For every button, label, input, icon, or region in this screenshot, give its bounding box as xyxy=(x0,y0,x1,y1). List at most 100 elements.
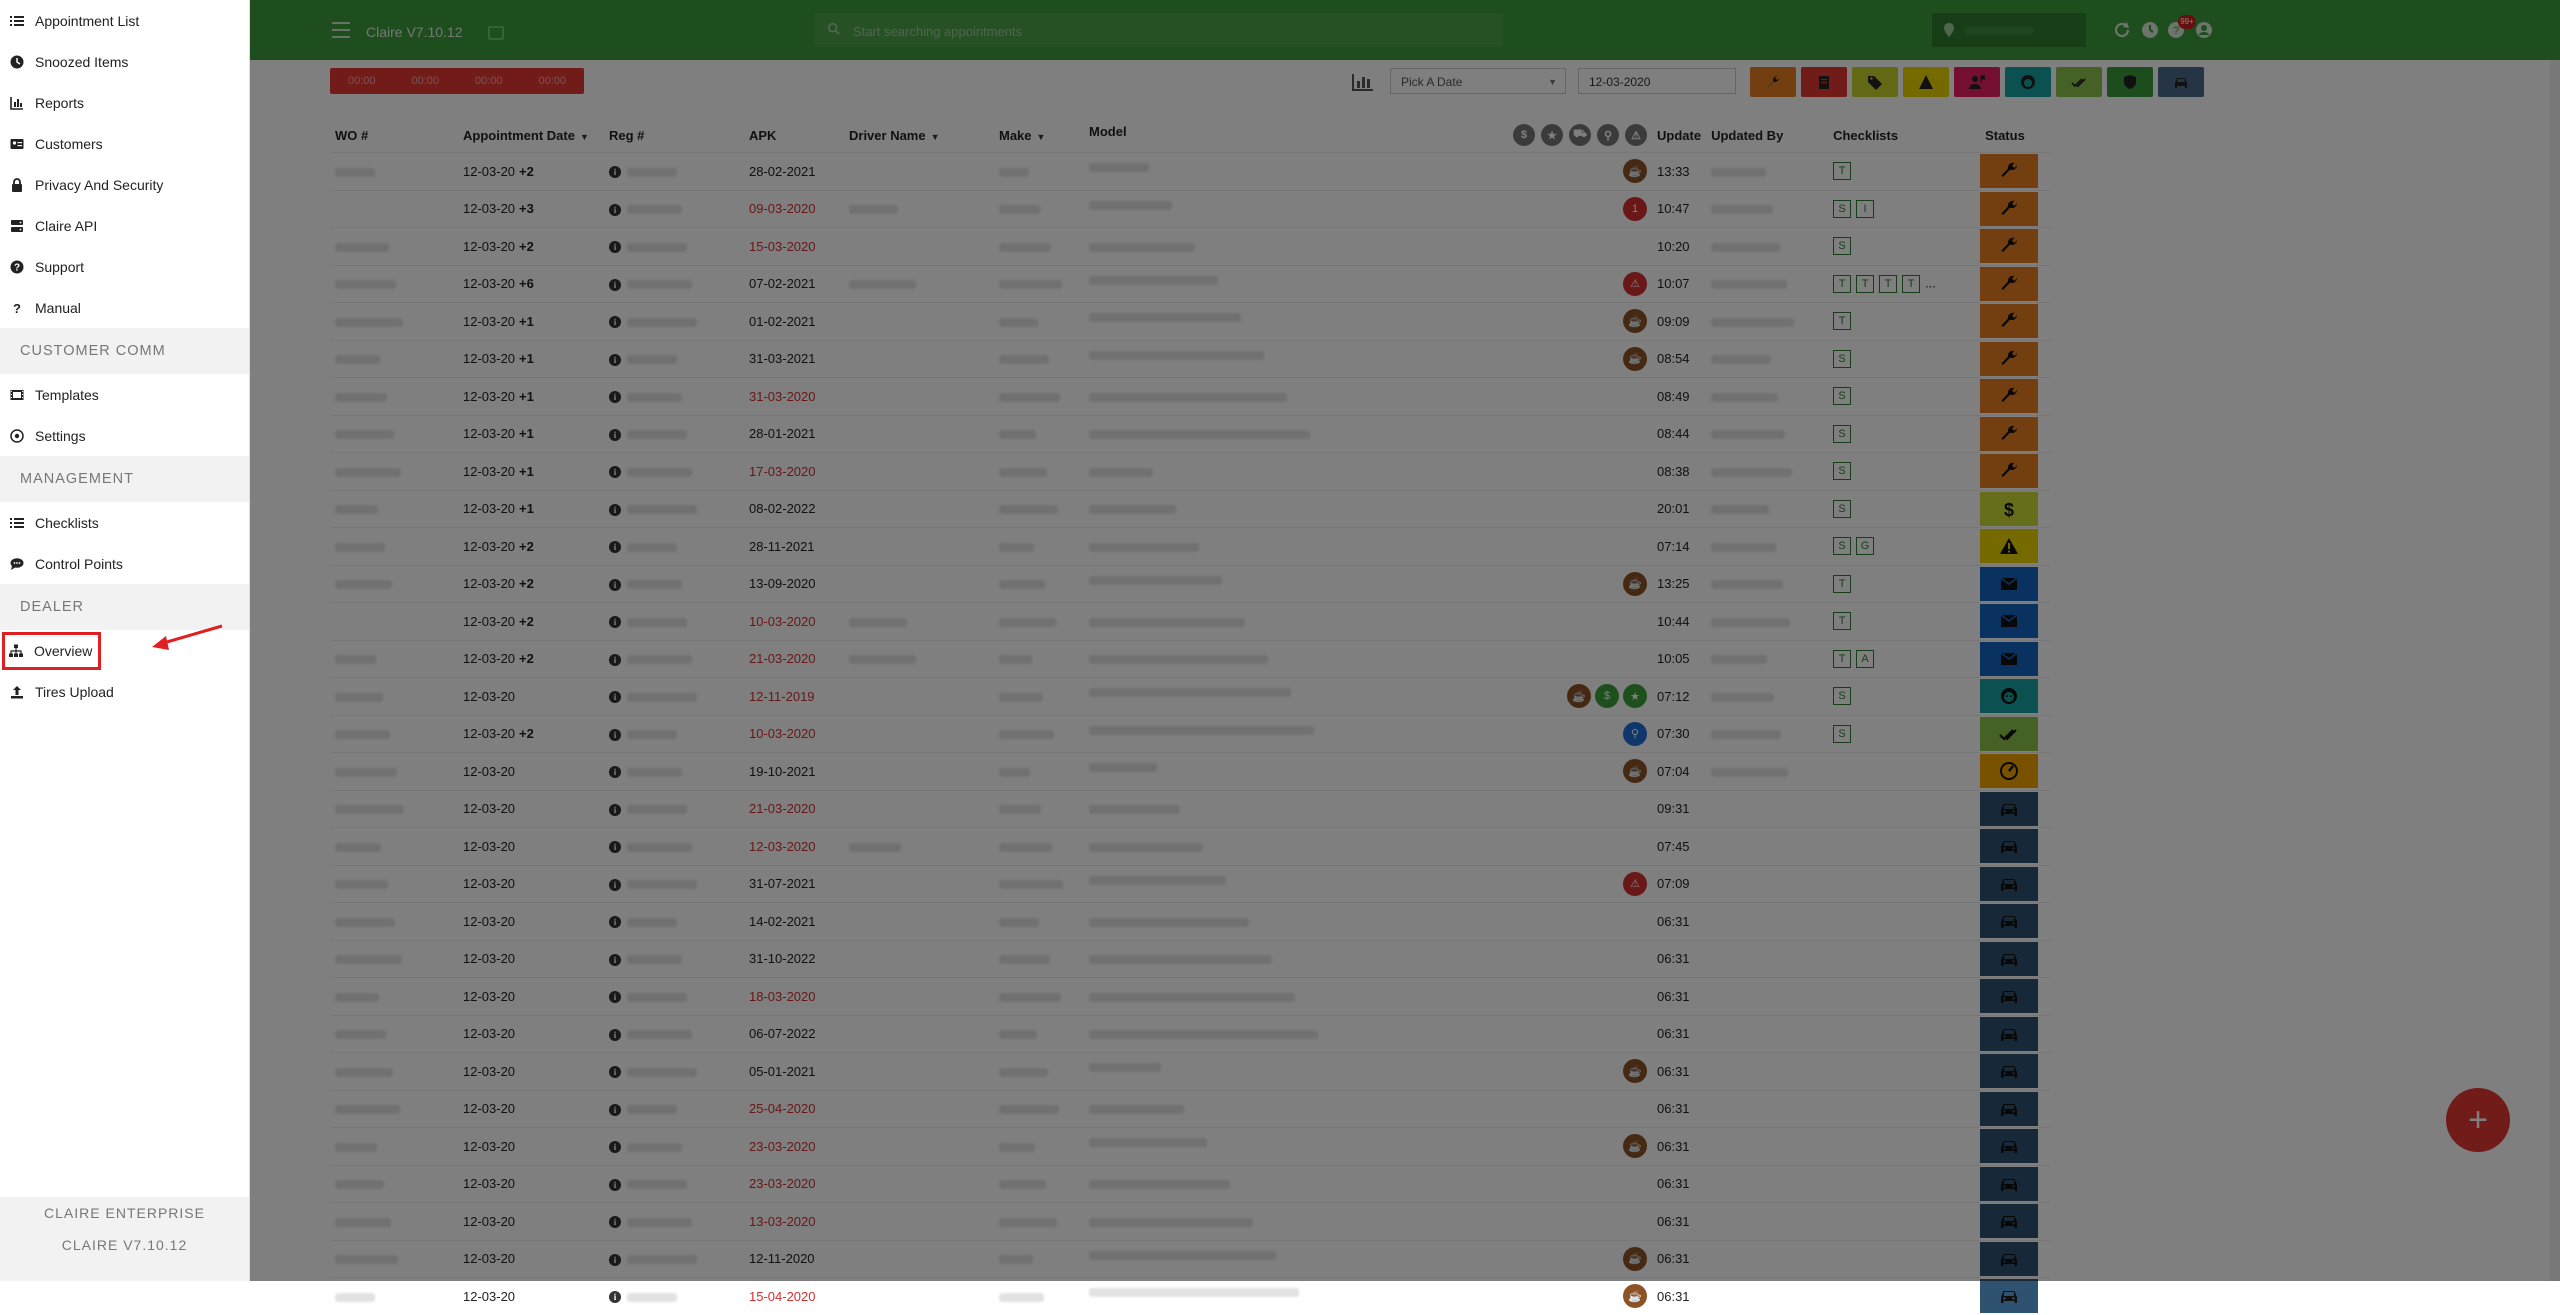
filter-button-shield[interactable] xyxy=(2107,67,2153,97)
table-row[interactable]: 12-03-20 i 31-10-2022 06:31 xyxy=(330,939,2051,978)
table-row[interactable]: 12-03-20 i 06-07-2022 06:31 xyxy=(330,1014,2051,1053)
info-icon[interactable]: i xyxy=(609,278,621,291)
checklist-badge[interactable]: T xyxy=(1879,274,1898,293)
warning-icon[interactable]: ⚠ xyxy=(1623,271,1647,296)
filter-button-car[interactable] xyxy=(2158,67,2204,97)
col-status[interactable]: Status xyxy=(1980,118,2050,153)
status-mail-icon[interactable] xyxy=(1980,641,2039,676)
info-icon[interactable]: i xyxy=(609,766,621,779)
info-icon[interactable]: i xyxy=(609,316,621,329)
coffee-icon[interactable]: ☕ xyxy=(1623,309,1647,334)
info-icon[interactable]: i xyxy=(609,241,621,254)
sidebar-item-support[interactable]: ? Support xyxy=(0,246,249,287)
status-wrench-icon[interactable] xyxy=(1980,416,2039,451)
sidebar-item-snoozed-items[interactable]: Snoozed Items xyxy=(0,41,249,82)
table-row[interactable]: 12-03-20 +2 i 28-02-2021 ☕ 13:33 T xyxy=(330,152,2051,190)
col-updated-by[interactable]: Updated By xyxy=(1706,118,1828,153)
col-reg[interactable]: Reg # xyxy=(604,118,744,153)
status-car-icon[interactable] xyxy=(1980,1204,2039,1239)
checklist-badge[interactable]: T xyxy=(1833,274,1852,293)
table-row[interactable]: 12-03-20 i 12-03-2020 07:45 xyxy=(330,827,2051,865)
col-appointment-date[interactable]: Appointment Date ▼ xyxy=(458,118,604,153)
sidebar-item-privacy-and-security[interactable]: Privacy And Security xyxy=(0,164,249,205)
table-row[interactable]: 12-03-20 +2 i 15-03-2020 10:20 S xyxy=(330,227,2051,265)
coffee-icon[interactable]: ☕ xyxy=(1623,346,1647,371)
filter-button-clipboard[interactable] xyxy=(1801,67,1847,97)
status-car-icon[interactable] xyxy=(1980,1091,2039,1126)
info-icon[interactable]: i xyxy=(609,1291,621,1304)
location-selector[interactable] xyxy=(1932,13,2086,47)
status-check-icon[interactable] xyxy=(1980,716,2039,751)
checklist-badge[interactable]: S xyxy=(1833,687,1852,706)
star-icon[interactable]: ★ xyxy=(1541,124,1563,146)
search-input[interactable] xyxy=(851,19,1475,43)
table-row[interactable]: 12-03-20 i 23-03-2020 ☕ 06:31 xyxy=(330,1127,2051,1165)
table-row[interactable]: 12-03-20 +2 i 13-09-2020 ☕ 13:25 T xyxy=(330,564,2051,603)
info-icon[interactable]: i xyxy=(609,878,621,891)
info-icon[interactable]: i xyxy=(609,1141,621,1154)
status-car-icon[interactable] xyxy=(1980,1279,2039,1314)
table-row[interactable]: 12-03-20 +2 i 10-03-2020 10:44 T xyxy=(330,602,2051,640)
status-car-icon[interactable] xyxy=(1980,904,2039,939)
status-car-icon[interactable] xyxy=(1980,1241,2039,1276)
dollar-icon[interactable]: $ xyxy=(1595,684,1619,709)
table-row[interactable]: 12-03-20 i 14-02-2021 06:31 xyxy=(330,902,2051,940)
info-icon[interactable]: i xyxy=(609,353,621,366)
star-icon[interactable]: ★ xyxy=(1623,684,1647,709)
info-icon[interactable]: i xyxy=(609,691,621,704)
col-make[interactable]: Make ▼ xyxy=(994,118,1084,153)
checklist-badge[interactable]: S xyxy=(1833,537,1852,556)
status-car-icon[interactable] xyxy=(1980,1054,2039,1089)
status-face-icon[interactable] xyxy=(1980,679,2039,714)
sidebar-item-claire-api[interactable]: Claire API xyxy=(0,205,249,246)
checklist-badge[interactable]: S xyxy=(1833,424,1852,443)
filter-button-wrench[interactable] xyxy=(1750,67,1796,97)
checklist-badge[interactable]: G xyxy=(1856,537,1875,556)
table-row[interactable]: 12-03-20 +1 i 17-03-2020 08:38 S xyxy=(330,452,2051,490)
table-row[interactable]: 12-03-20 i 15-04-2020 ☕ 06:31 xyxy=(330,1277,2051,1315)
info-icon[interactable]: i xyxy=(609,1066,621,1079)
status-car-icon[interactable] xyxy=(1980,829,2039,864)
filter-button-user-flag[interactable] xyxy=(1954,67,2000,97)
clock-icon[interactable] xyxy=(2140,20,2160,40)
checklist-badge[interactable]: T xyxy=(1833,612,1852,631)
pin-icon[interactable]: ⚲ xyxy=(1597,124,1619,146)
table-row[interactable]: 12-03-20 +1 i 31-03-2020 08:49 S xyxy=(330,377,2051,415)
timers-bar[interactable]: 00:00 00:00 00:00 00:00 xyxy=(330,68,584,94)
table-row[interactable]: 12-03-20 i 12-11-2020 ☕ 06:31 xyxy=(330,1239,2051,1278)
coffee-icon[interactable]: ☕ xyxy=(1623,159,1647,184)
table-row[interactable]: 12-03-20 i 12-11-2019 ☕ $ ★ 07:12 S xyxy=(330,677,2051,715)
filter-button-double-check[interactable] xyxy=(2056,67,2102,97)
checklist-badge[interactable]: T xyxy=(1902,274,1921,293)
coffee-icon[interactable]: ☕ xyxy=(1623,1059,1647,1084)
status-warning-icon[interactable] xyxy=(1980,529,2039,564)
info-icon[interactable]: i xyxy=(609,578,621,591)
info-icon[interactable]: i xyxy=(609,1253,621,1266)
table-row[interactable]: 12-03-20 +6 i 07-02-2021 ⚠ 10:07 T T T T... xyxy=(330,264,2051,303)
sidebar-item-settings[interactable]: Settings xyxy=(0,415,249,456)
warning-icon[interactable]: ⚠ xyxy=(1623,871,1647,896)
coffee-icon[interactable]: ☕ xyxy=(1567,684,1591,709)
sidebar-item-tires-upload[interactable]: Tires Upload xyxy=(0,671,249,712)
col-update[interactable]: Update xyxy=(1652,118,1706,153)
sidebar-item-customers[interactable]: Customers xyxy=(0,123,249,164)
status-car-icon[interactable] xyxy=(1980,1016,2039,1051)
info-icon[interactable]: i xyxy=(609,991,621,1004)
status-wrench-icon[interactable] xyxy=(1980,191,2039,226)
info-icon[interactable]: i xyxy=(609,541,621,554)
status-car-icon[interactable] xyxy=(1980,979,2039,1014)
sidebar-item-manual[interactable]: ? Manual xyxy=(0,287,249,328)
col-driver-name[interactable]: Driver Name ▼ xyxy=(844,118,994,153)
info-icon[interactable]: i xyxy=(609,728,621,741)
status-car-icon[interactable] xyxy=(1980,1166,2039,1201)
table-row[interactable]: 12-03-20 i 31-07-2021 ⚠ 07:09 xyxy=(330,864,2051,903)
sidebar-item-checklists[interactable]: Checklists xyxy=(0,502,249,543)
info-icon[interactable]: i xyxy=(609,466,621,479)
checklist-more[interactable]: ... xyxy=(1925,275,1936,290)
pin-icon[interactable]: ⚲ xyxy=(1623,721,1647,746)
user-account-icon[interactable] xyxy=(2194,20,2214,40)
menu-icon[interactable] xyxy=(332,22,350,38)
status-gauge-icon[interactable] xyxy=(1980,754,2039,789)
sidebar-item-templates[interactable]: Templates xyxy=(0,374,249,415)
status-car-icon[interactable] xyxy=(1980,941,2039,976)
